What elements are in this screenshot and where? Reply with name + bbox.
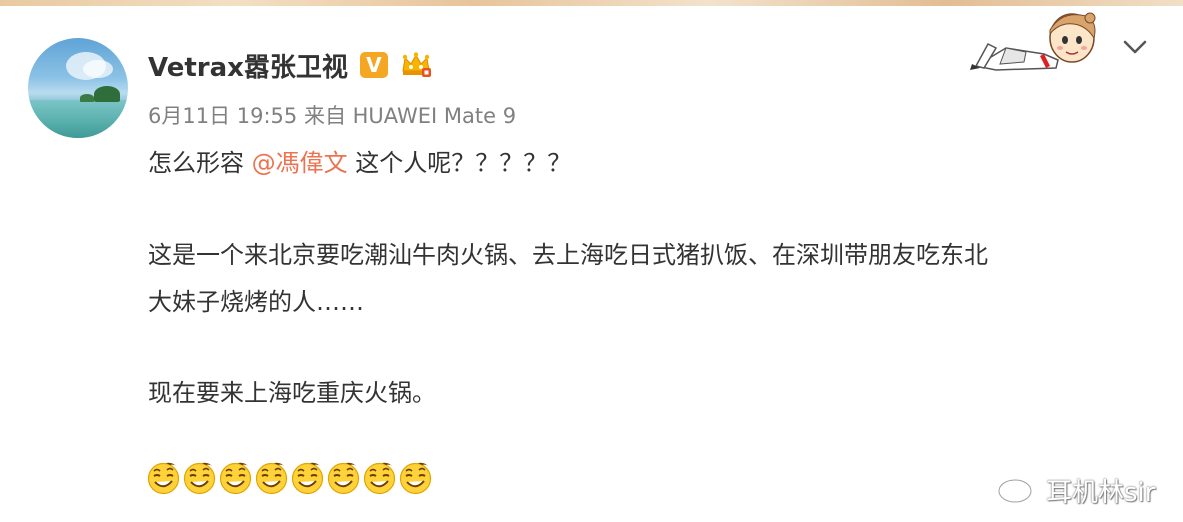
smirk-emoji-icon [146, 460, 181, 495]
mascot-decoration-icon [966, 8, 1104, 74]
post-text-segment: 怎么形容 [148, 149, 252, 177]
verified-badge-icon[interactable]: V [359, 52, 388, 78]
post-meta[interactable]: 6月11日 19:55 来自 HUAWEI Mate 9 [148, 100, 516, 130]
smirk-emoji-icon [218, 460, 253, 495]
smirk-emoji-icon [290, 460, 325, 495]
emoji-row [146, 460, 433, 495]
post-text-line: 大妹子烧烤的人…… [148, 288, 364, 316]
mention-link[interactable]: @馮偉文 [252, 149, 348, 177]
watermark-text: 耳机林sir [1046, 478, 1156, 508]
username-link[interactable]: Vetrax嚣张卫视 [148, 47, 348, 84]
avatar[interactable] [28, 38, 128, 138]
post-text-line: 怎么形容 @馮偉文 这个人呢？？？？？ [148, 141, 571, 185]
post-text-line: 这是一个来北京要吃潮汕牛肉火锅、去上海吃日式猪扒饭、在深圳带朋友吃东北 [148, 241, 988, 269]
avatar-island [80, 94, 94, 102]
watermark: 耳机林sir [996, 470, 1155, 511]
post-text-segment: 这个人呢？？？？？ [347, 149, 572, 177]
avatar-sea [28, 100, 128, 138]
smirk-emoji-icon [398, 460, 433, 495]
user-info-row: Vetrax嚣张卫视 V [148, 50, 432, 83]
avatar-cloud [83, 60, 113, 78]
smirk-emoji-icon [254, 460, 289, 495]
chevron-down-icon[interactable] [1120, 32, 1150, 62]
crown-icon[interactable] [400, 51, 432, 79]
smirk-emoji-icon [326, 460, 361, 495]
smirk-emoji-icon [182, 460, 217, 495]
post-text-line: 现在要来上海吃重庆火锅。 [148, 379, 436, 407]
weibo-icon [996, 470, 1040, 511]
avatar-island [94, 86, 120, 102]
smirk-emoji-icon [362, 460, 397, 495]
